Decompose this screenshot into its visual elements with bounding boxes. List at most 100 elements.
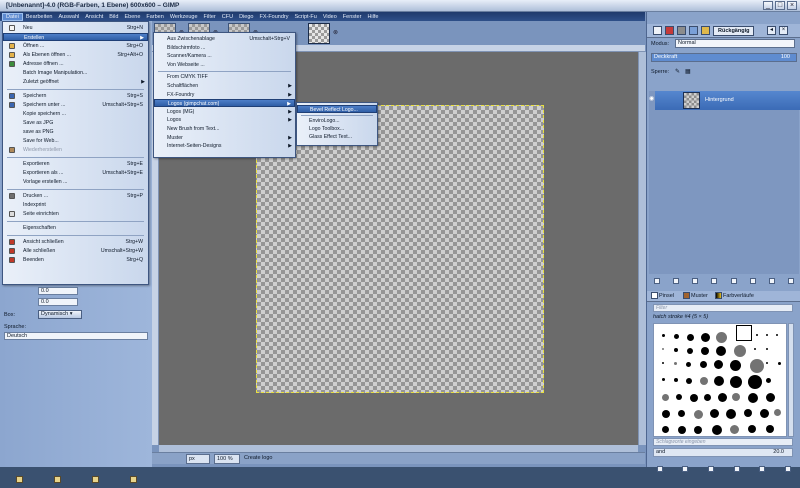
menu-item-alle-schließen[interactable]: Alle schließen Umschalt+Strg+W [3, 247, 148, 255]
restore-preset-icon[interactable] [53, 476, 61, 483]
menu-item-envirologo[interactable]: EnviroLogo... [297, 117, 377, 125]
brush-preview-4[interactable] [716, 332, 727, 343]
brush-preview-54[interactable] [730, 425, 739, 434]
menu-item-logos[interactable]: Logos ▶ [154, 116, 295, 124]
brush-preview-22[interactable] [714, 360, 723, 369]
brush-grid[interactable] [653, 323, 787, 437]
brush-preview-45[interactable] [710, 409, 719, 418]
brush-preview-14[interactable] [734, 345, 746, 357]
image-tab-active[interactable] [308, 23, 330, 44]
menu-item-erstellen[interactable]: Erstellen ▶ [3, 33, 148, 41]
brush-preview-1[interactable] [674, 334, 679, 339]
lock-pixels-icon[interactable]: ✎ [675, 68, 680, 75]
menu-item-vorlage-erstellen[interactable]: Vorlage erstellen ... [3, 178, 148, 186]
brush-preview-8[interactable] [776, 334, 778, 336]
menu-item-ansicht-schließen[interactable]: Ansicht schließen Strg+W [3, 238, 148, 246]
undo-tab[interactable]: Rückgängig [713, 26, 755, 36]
brush-preview-27[interactable] [674, 378, 678, 382]
brush-preview-40[interactable] [748, 393, 758, 403]
brush-preview-7[interactable] [766, 334, 768, 336]
eye-icon[interactable]: ◉ [649, 95, 657, 103]
brush-preview-2[interactable] [687, 334, 694, 341]
menu-13[interactable]: Video [320, 14, 340, 20]
menu-item-muster[interactable]: Muster ▶ [154, 134, 295, 142]
menu-item-new-brush-from-text[interactable]: New Brush from Text... [154, 125, 295, 133]
menu-item-save-as-png[interactable]: save as PNG [3, 128, 148, 136]
option-field-1[interactable]: 0.0 [38, 287, 78, 295]
histogram-tab[interactable] [701, 26, 710, 35]
brush-preview-17[interactable] [778, 362, 781, 365]
brush-preview-28[interactable] [686, 378, 692, 384]
menu-item-wiederherstellen[interactable]: Wiederherstellen [3, 146, 148, 154]
brush-preview-30[interactable] [714, 376, 724, 386]
brush-preview-53[interactable] [712, 425, 722, 435]
menu-item-eigenschaften[interactable]: Eigenschaften [3, 224, 148, 232]
tab-gradients[interactable]: Farbverläufe [715, 292, 754, 301]
menu-item-von-webseite[interactable]: Von Webseite ... [154, 61, 295, 69]
menu-7[interactable]: Werkzeuge [167, 14, 201, 20]
lock-alpha-icon[interactable]: ▦ [685, 68, 691, 75]
menu-9[interactable]: CFU [219, 14, 236, 20]
dock-close-icon[interactable]: × [779, 26, 788, 35]
menu-item-save-for-web[interactable]: Save for Web... [3, 137, 148, 145]
menu-item-glass-effect-text[interactable]: Glass Effect Text... [297, 133, 377, 141]
menu-item-beenden[interactable]: Beenden Strg+Q [3, 256, 148, 264]
brush-preview-25[interactable] [766, 362, 768, 364]
menu-item-logos-mg[interactable]: Logos (MG) ▶ [154, 108, 295, 116]
menu-item-schaltflächen[interactable]: Schaltflächen ▶ [154, 82, 295, 90]
brush-preview-41[interactable] [766, 393, 775, 402]
brush-preview-12[interactable] [701, 347, 709, 355]
menu-item-logo-toolbox[interactable]: Logo Toolbox... [297, 125, 377, 133]
menu-item-exportieren[interactable]: Exportieren Strg+E [3, 160, 148, 168]
brush-preview-20[interactable] [686, 362, 691, 367]
menu-12[interactable]: Script-Fu [292, 14, 320, 20]
brush-preview-42[interactable] [662, 410, 670, 418]
menu-item-logos-gimpchat-com[interactable]: Logos (gimpchat.com) ▶ [154, 99, 295, 108]
duplicate-layer-icon[interactable] [730, 278, 737, 284]
brush-preview-46[interactable] [726, 409, 736, 419]
menu-11[interactable]: FX-Foundry [256, 14, 291, 20]
opacity-slider[interactable]: Deckkraft 100 [651, 53, 797, 62]
menu-item-speichern-unter[interactable]: Speichern unter ... Umschalt+Strg+S [3, 101, 148, 109]
menu-item-batch-image-manipulation[interactable]: Batch Image Manipulation... [3, 69, 148, 77]
brush-preview-31[interactable] [730, 376, 742, 388]
menu-15[interactable]: Hilfe [364, 14, 381, 20]
brush-preview-55[interactable] [748, 425, 756, 433]
mode-select[interactable]: Normal [675, 39, 795, 48]
layers-list[interactable] [649, 91, 799, 274]
unit-select[interactable]: px [186, 454, 210, 464]
menu-item-speichern[interactable]: Speichern Strg+S [3, 92, 148, 100]
language-field[interactable]: Deutsch [4, 332, 148, 340]
menu-item-internet-seiten-designs[interactable]: Internet-Seiten-Designs ▶ [154, 142, 295, 150]
menu-item-exportieren-als[interactable]: Exportieren als ... Umschalt+Strg+E [3, 169, 148, 177]
menu-item-als-ebenen-öffnen[interactable]: Als Ebenen öffnen ... Strg+Alt+O [3, 51, 148, 59]
menu-item-save-as-jpg[interactable]: Save as JPG [3, 119, 148, 127]
menu-item-fx-foundry[interactable]: FX-Foundry ▶ [154, 91, 295, 99]
new-layer-icon[interactable] [653, 278, 660, 284]
tab-close-icon[interactable]: ⊗ [333, 30, 339, 36]
layers-tab[interactable] [653, 26, 662, 35]
lower-layer-icon[interactable] [711, 278, 718, 284]
brush-preview-15[interactable] [754, 348, 756, 350]
menu-0[interactable]: Datei [2, 12, 23, 21]
brush-preview-33[interactable] [766, 378, 771, 383]
reset-preset-icon[interactable] [129, 476, 137, 483]
menu-item-drucken[interactable]: Drucken ... Strg+P [3, 192, 148, 200]
brush-preview-35[interactable] [676, 394, 682, 400]
brush-preview-34[interactable] [662, 394, 669, 401]
brush-preview-0[interactable] [662, 334, 665, 337]
delete-preset-icon[interactable] [91, 476, 99, 483]
minimize-button[interactable]: _ [763, 1, 773, 10]
brush-preview-18[interactable] [662, 362, 664, 364]
brush-tag-input[interactable]: Schlagworte eingeben [653, 438, 793, 446]
brush-preview-10[interactable] [674, 348, 678, 352]
brush-preview-43[interactable] [678, 410, 685, 417]
menu-item-zuletzt-geöffnet[interactable]: Zuletzt geöffnet ▶ [3, 78, 148, 86]
dock-menu-icon[interactable]: ◂ [767, 26, 776, 35]
maximize-button[interactable]: □ [775, 1, 785, 10]
menu-14[interactable]: Fenster [340, 14, 365, 20]
channels-tab[interactable] [665, 26, 674, 35]
brush-scrollbar[interactable] [788, 323, 794, 437]
menu-item-aus-zwischenablage[interactable]: Aus Zwischenablage Umschalt+Strg+V [154, 35, 295, 43]
menu-item-scanner-kamera[interactable]: Scanner/Kamera ... [154, 52, 295, 60]
